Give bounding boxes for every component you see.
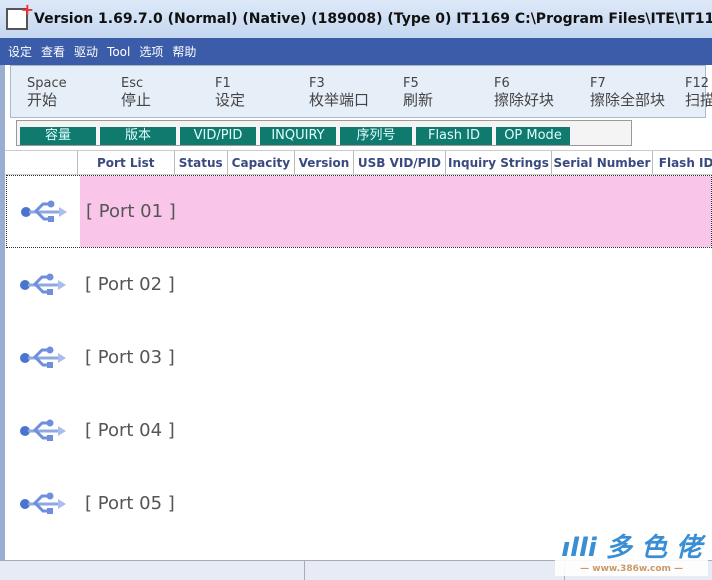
tab-capacity[interactable]: 容量	[20, 127, 96, 145]
usb-icon	[6, 490, 79, 518]
key-label: F3	[309, 76, 325, 91]
settings-button[interactable]: F1 设定	[215, 76, 245, 108]
toolbar: Space 开始 Esc 停止 F1 设定 F3 枚举端口 F5 刷新 F6 擦除好块 F7…	[10, 65, 712, 118]
erase-good-blocks-button[interactable]: F6 擦除好块	[494, 76, 554, 108]
port-label: [ Port 04 ]	[85, 420, 175, 441]
scan-button[interactable]: F12 扫描	[685, 76, 712, 108]
window-title: Version 1.69.7.0 (Normal) (Native) (1890…	[34, 11, 712, 27]
column-header-icon[interactable]	[6, 151, 78, 174]
key-label: F6	[494, 76, 510, 91]
action-label: 枚举端口	[309, 91, 370, 109]
port-label: [ Port 01 ]	[80, 176, 711, 247]
status-pane	[305, 561, 565, 580]
usb-icon	[7, 198, 80, 226]
table-header: Port List Status Capacity Version USB VI…	[0, 150, 712, 175]
key-label: F7	[590, 76, 606, 91]
tab-flash-id[interactable]: Flash ID	[416, 127, 492, 145]
column-header-capacity[interactable]: Capacity	[228, 151, 295, 174]
watermark-logo: ılli 多 色 佬 — www.386w.com —	[555, 525, 708, 576]
column-header-version[interactable]: Version	[295, 151, 355, 174]
action-label: 擦除好块	[494, 91, 555, 109]
menu-tool[interactable]: Tool	[107, 45, 130, 59]
refresh-button[interactable]: F5 刷新	[403, 76, 433, 108]
tab-vid-pid[interactable]: VID/PID	[180, 127, 256, 145]
key-label: F12	[685, 76, 710, 91]
status-pane	[0, 561, 305, 580]
start-button[interactable]: Space 开始	[27, 76, 67, 108]
tab-serial[interactable]: 序列号	[340, 127, 412, 145]
action-label: 擦除全部块	[590, 91, 666, 109]
menu-view[interactable]: 查看	[41, 43, 65, 60]
tab-version[interactable]: 版本	[100, 127, 176, 145]
port-row[interactable]: [ Port 02 ]	[6, 248, 712, 321]
port-label: [ Port 03 ]	[85, 347, 175, 368]
usb-icon	[6, 417, 79, 445]
menu-driver[interactable]: 驱动	[74, 43, 98, 60]
title-bar: Version 1.69.7.0 (Normal) (Native) (1890…	[0, 0, 712, 38]
stop-button[interactable]: Esc 停止	[121, 76, 151, 108]
menu-help[interactable]: 帮助	[172, 43, 196, 60]
column-header-inquiry-strings[interactable]: Inquiry Strings	[446, 151, 553, 174]
key-label: Esc	[121, 76, 144, 91]
enumerate-ports-button[interactable]: F3 枚举端口	[309, 76, 369, 108]
key-label: Space	[27, 76, 67, 91]
tab-inquiry[interactable]: INQUIRY	[260, 127, 336, 145]
menu-options[interactable]: 选项	[139, 43, 163, 60]
port-row[interactable]: [ Port 01 ]	[6, 175, 712, 248]
key-label: F5	[403, 76, 419, 91]
action-label: 扫描	[685, 91, 712, 109]
usb-icon	[6, 344, 79, 372]
column-header-serial-number[interactable]: Serial Number	[552, 151, 653, 174]
tab-op-mode[interactable]: OP Mode	[496, 127, 570, 145]
action-label: 开始	[27, 91, 58, 109]
port-list: [ Port 01 ] [ Port 02 ] [ Port 03 ] [ Port …	[0, 175, 712, 540]
column-header-flash-id[interactable]: Flash ID	[653, 151, 712, 174]
column-header-port-list[interactable]: Port List	[78, 151, 175, 174]
port-row[interactable]: [ Port 03 ]	[6, 321, 712, 394]
port-label: [ Port 02 ]	[85, 274, 175, 295]
usb-icon	[6, 271, 79, 299]
erase-all-blocks-button[interactable]: F7 擦除全部块	[590, 76, 665, 108]
column-header-usb-vid-pid[interactable]: USB VID/PID	[354, 151, 446, 174]
column-header-status[interactable]: Status	[175, 151, 228, 174]
app-icon[interactable]	[6, 0, 34, 30]
action-label: 设定	[215, 91, 246, 109]
menu-settings[interactable]: 设定	[8, 43, 32, 60]
info-tabs: 容量 版本 VID/PID INQUIRY 序列号 Flash ID OP Mo…	[16, 120, 632, 146]
key-label: F1	[215, 76, 231, 91]
action-label: 停止	[121, 91, 152, 109]
port-row[interactable]: [ Port 04 ]	[6, 394, 712, 467]
left-border	[0, 65, 5, 560]
menu-bar: 设定 查看 驱动 Tool 选项 帮助	[0, 38, 712, 65]
action-label: 刷新	[403, 91, 434, 109]
